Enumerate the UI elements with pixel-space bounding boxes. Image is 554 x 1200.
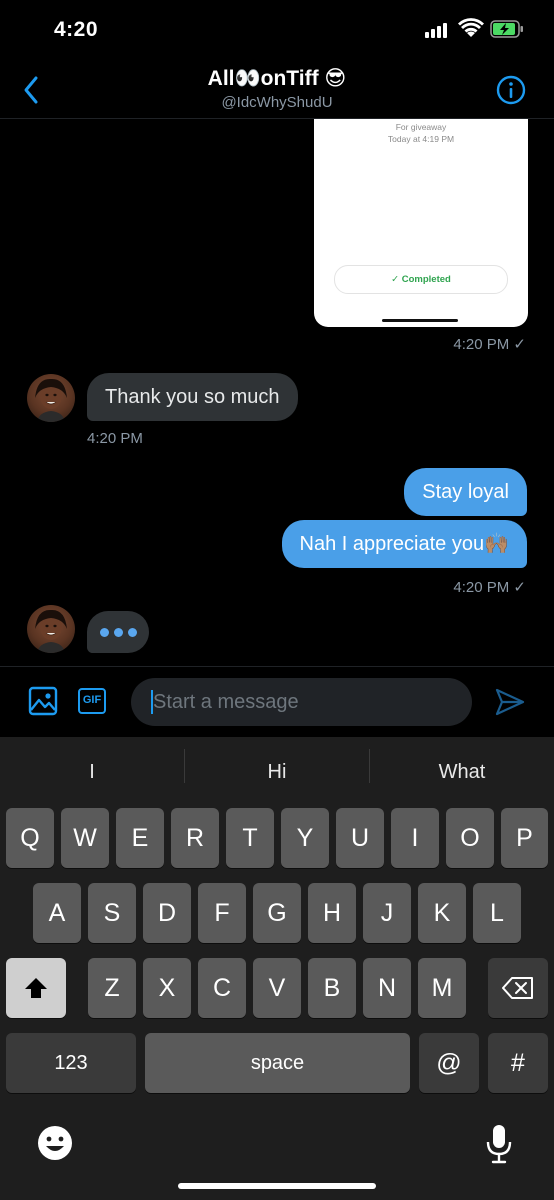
keyboard: I Hi What Q W E R T Y U I O P A S D F G …	[0, 737, 554, 1200]
key-l[interactable]: L	[473, 883, 521, 943]
receipt-home-indicator	[382, 319, 458, 322]
key-u[interactable]: U	[336, 808, 384, 868]
receipt-date: Today at 4:19 PM	[387, 134, 455, 144]
home-indicator	[178, 1183, 376, 1189]
shift-key[interactable]	[6, 958, 66, 1018]
key-n[interactable]: N	[363, 958, 411, 1018]
message-input-placeholder: Start a message	[153, 691, 299, 713]
contact-photo-icon	[35, 609, 67, 653]
key-k[interactable]: K	[418, 883, 466, 943]
suggestion-1[interactable]: I	[0, 757, 184, 787]
conversation-title[interactable]: All👀onTiff 😎	[0, 66, 554, 91]
wifi-icon	[458, 18, 484, 38]
key-j[interactable]: J	[363, 883, 411, 943]
key-b[interactable]: B	[308, 958, 356, 1018]
key-a[interactable]: A	[33, 883, 81, 943]
text-caret	[151, 690, 153, 714]
key-h[interactable]: H	[308, 883, 356, 943]
receipt-status: ✓ Completed	[334, 265, 508, 294]
message-timestamp: 4:20 PM ✓	[453, 336, 526, 353]
outgoing-message-bubble[interactable]: Stay loyal	[404, 468, 527, 516]
send-icon	[495, 688, 525, 716]
emoji-button[interactable]	[36, 1124, 74, 1162]
suggestion-2[interactable]: Hi	[185, 757, 369, 787]
info-icon	[496, 75, 526, 105]
at-key[interactable]: @	[419, 1033, 479, 1093]
key-v[interactable]: V	[253, 958, 301, 1018]
key-m[interactable]: M	[418, 958, 466, 1018]
key-w[interactable]: W	[61, 808, 109, 868]
message-input[interactable]: Start a message	[131, 678, 472, 726]
dictation-button[interactable]	[485, 1123, 513, 1165]
key-i[interactable]: I	[391, 808, 439, 868]
status-time: 4:20	[54, 18, 99, 41]
key-f[interactable]: F	[198, 883, 246, 943]
key-x[interactable]: X	[143, 958, 191, 1018]
info-button[interactable]	[495, 74, 527, 106]
message-timestamp: 4:20 PM ✓	[453, 579, 526, 596]
space-key[interactable]: space	[145, 1033, 410, 1093]
key-c[interactable]: C	[198, 958, 246, 1018]
avatar[interactable]	[27, 605, 75, 653]
receipt-note: For giveaway	[395, 122, 447, 132]
add-image-button[interactable]	[28, 686, 58, 716]
key-d[interactable]: D	[143, 883, 191, 943]
composer-divider	[0, 666, 554, 667]
cellular-signal-icon	[425, 22, 451, 38]
image-icon	[28, 686, 58, 716]
contact-photo-icon	[35, 378, 67, 422]
avatar[interactable]	[27, 374, 75, 422]
backspace-icon	[502, 977, 533, 999]
suggestion-3[interactable]: What	[370, 757, 554, 787]
send-button[interactable]	[494, 686, 526, 718]
key-z[interactable]: Z	[88, 958, 136, 1018]
receipt-image-message[interactable]: For giveaway Today at 4:19 PM ✓ Complete…	[314, 119, 528, 327]
shift-arrow-icon	[25, 978, 47, 998]
conversation-handle[interactable]: @IdcWhyShudU	[0, 94, 554, 111]
key-g[interactable]: G	[253, 883, 301, 943]
key-y[interactable]: Y	[281, 808, 329, 868]
incoming-message-bubble[interactable]: Thank you so much	[87, 373, 298, 421]
key-t[interactable]: T	[226, 808, 274, 868]
message-timestamp: 4:20 PM	[87, 430, 143, 447]
gif-button[interactable]: GIF	[78, 688, 106, 714]
battery-charging-icon	[490, 20, 524, 38]
key-r[interactable]: R	[171, 808, 219, 868]
typing-indicator	[87, 611, 149, 653]
key-s[interactable]: S	[88, 883, 136, 943]
microphone-icon	[486, 1125, 512, 1164]
key-q[interactable]: Q	[6, 808, 54, 868]
key-o[interactable]: O	[446, 808, 494, 868]
key-e[interactable]: E	[116, 808, 164, 868]
backspace-key[interactable]	[488, 958, 548, 1018]
outgoing-message-bubble[interactable]: Nah I appreciate you🙌🏽	[281, 520, 527, 568]
numbers-key[interactable]: 123	[6, 1033, 136, 1093]
hash-key[interactable]: #	[488, 1033, 548, 1093]
emoji-icon	[38, 1126, 72, 1160]
key-p[interactable]: P	[501, 808, 548, 868]
